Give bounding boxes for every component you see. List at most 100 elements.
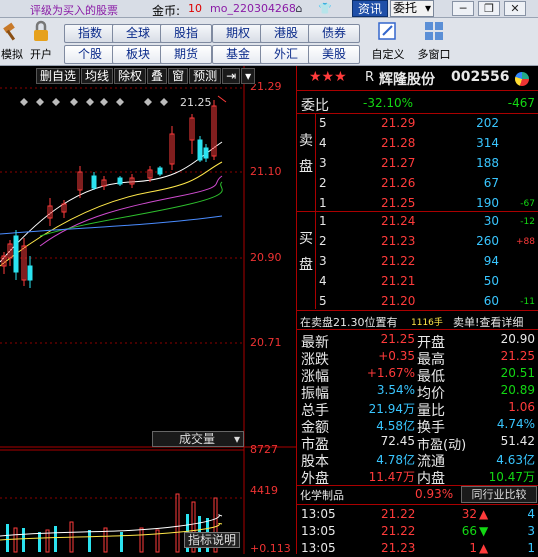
chevron-down-icon[interactable]: ▾: [241, 68, 256, 84]
custom-icon: [376, 20, 400, 44]
notice-link[interactable]: 卖单!查看详细: [453, 314, 523, 330]
forecast-button[interactable]: 预测: [189, 68, 222, 84]
stat-row-6: 金额 4.58亿 换手 4.74%: [301, 417, 535, 436]
overlay-button[interactable]: 叠: [147, 68, 168, 84]
sell-row-2: 2 21.26 67: [319, 176, 499, 190]
quick-button-stock-index[interactable]: 股指: [160, 24, 212, 43]
quick-button-sectors[interactable]: 板块: [112, 45, 164, 64]
webi-label: 委比: [301, 98, 329, 114]
stock-tag: R: [365, 70, 375, 85]
kline-chart[interactable]: [0, 66, 296, 554]
volume-tick-2: 4419: [250, 484, 278, 497]
price-tick-2: 21.10: [250, 165, 282, 178]
up-arrow-icon: ▲: [479, 541, 489, 555]
open-account-tool[interactable]: 开户: [27, 20, 55, 64]
volume-tick-1: 8727: [250, 443, 278, 456]
order-select[interactable]: 委托 ▾: [390, 0, 434, 17]
coin-value: 10: [188, 2, 202, 15]
volume-tick-3: +0.113: [250, 542, 291, 555]
buy-row-1: 1 21.24 30 -12: [319, 214, 535, 228]
quick-button-us-stocks[interactable]: 美股: [308, 45, 360, 64]
webi-row: 委比 -32.10% -467: [297, 94, 538, 114]
stat-row-9: 外盘 11.47万 内盘 10.47万: [301, 470, 535, 487]
buy-row-4: 4 21.21 50: [319, 274, 499, 288]
top-bar: 评级为买入的股票 金币: 10 mo_220304268 ⌂ 👕 资讯 委托 ▾ …: [0, 0, 538, 18]
stat-row-2: 涨跌 +0.35 最高 21.25: [301, 349, 535, 368]
lock-icon: [29, 20, 53, 44]
tick-row-1: 13:05 21.22 32 ▲ 4: [301, 507, 535, 521]
stat-row-7: 市盈 72.45 市盈(动) 51.42: [301, 434, 535, 453]
username[interactable]: mo_220304268: [210, 2, 296, 15]
quick-button-bonds[interactable]: 债券: [308, 24, 360, 43]
buy-row-2: 2 21.23 260 +88: [319, 234, 535, 248]
industry-compare-button[interactable]: 同行业比较: [461, 486, 537, 503]
stat-row-5: 总手 21.94万 量比 1.06: [301, 400, 535, 419]
custom-tool[interactable]: 自定义: [368, 20, 408, 64]
close-button[interactable]: ✕: [504, 1, 526, 16]
ma-button[interactable]: 均线: [81, 68, 114, 84]
open-account-label: 开户: [30, 48, 52, 61]
stat-row-4: 振幅 3.54% 均价 20.89: [301, 383, 535, 402]
quick-button-futures[interactable]: 期货: [160, 45, 212, 64]
chevron-down-icon: ▾: [424, 1, 431, 15]
quote-panel: ★★★ R 辉隆股份 002556 委比 -32.10% -467 卖盘 5 21…: [296, 66, 538, 555]
volume-selector[interactable]: 成交量 ▾: [152, 431, 244, 447]
sell-row-4: 4 21.28 314: [319, 136, 499, 150]
shirt-icon[interactable]: 👕: [316, 1, 334, 16]
top-note[interactable]: 评级为买入的股票: [30, 2, 118, 18]
quick-button-options[interactable]: 期权: [212, 24, 264, 43]
industry-pct: 0.93%: [415, 487, 454, 501]
webi-diff: -467: [507, 96, 535, 110]
window-button[interactable]: 窗: [168, 68, 189, 84]
simulate-tool[interactable]: 模拟: [0, 20, 26, 64]
coin-label: 金币:: [152, 4, 181, 18]
buy-row-5: 5 21.20 60 -11: [319, 294, 535, 308]
main-toolbar: 模拟 开户 指数 全球 股指 期权 港股 债券 个股 板块 期货 基金 外汇 美…: [0, 18, 538, 66]
kline-chart-pane[interactable]: 21.29 21.10 20.90 20.71 21.25 8727 4419 …: [0, 66, 296, 555]
restore-button[interactable]: ❐: [478, 1, 500, 16]
order-select-value: 委托: [393, 1, 418, 15]
quick-button-index[interactable]: 指数: [64, 24, 116, 43]
quick-button-funds[interactable]: 基金: [212, 45, 264, 64]
simulate-label: 模拟: [1, 48, 23, 61]
sell-row-3: 3 21.27 188: [319, 156, 499, 170]
multiwindow-label: 多窗口: [417, 48, 451, 61]
stat-row-3: 涨幅 +1.67% 最低 20.51: [301, 366, 535, 385]
quick-button-stocks[interactable]: 个股: [64, 45, 116, 64]
stock-code: 002556: [451, 69, 510, 85]
quick-button-hk[interactable]: 港股: [260, 24, 312, 43]
multiwindow-tool[interactable]: 多窗口: [414, 20, 454, 64]
industry-row: 化学制品 0.93% 同行业比较: [297, 486, 538, 504]
up-arrow-icon: ▲: [479, 507, 489, 521]
volume-label: 成交量: [179, 432, 216, 446]
chart-toolbar: 删自选 均线 除权叠窗预测 ⇥ ▾: [36, 68, 257, 84]
quick-button-forex[interactable]: 外汇: [260, 45, 312, 64]
price-tick-3: 20.90: [250, 251, 282, 264]
pin-icon[interactable]: ⇥: [222, 68, 241, 84]
news-button[interactable]: 资讯: [352, 0, 388, 17]
rating-stars: ★★★: [309, 69, 347, 85]
down-arrow-icon: ▼: [479, 524, 489, 538]
minimize-button[interactable]: ─: [452, 1, 474, 16]
stat-row-8: 股本 4.78亿 流通 4.63亿: [301, 453, 535, 470]
notice-text: 在卖盘21.30位置有: [300, 316, 398, 329]
gavel-icon: [0, 20, 24, 44]
stock-name: 辉隆股份: [379, 72, 435, 88]
price-tick-4: 20.71: [250, 336, 282, 349]
pie-icon[interactable]: [515, 72, 529, 86]
sell-row-1: 1 21.25 190 -67: [319, 196, 535, 210]
indicator-help-button[interactable]: 指标说明: [184, 532, 240, 548]
industry-name[interactable]: 化学制品: [300, 487, 344, 503]
remove-watchlist-button[interactable]: 删自选: [36, 68, 81, 84]
high-marker: 21.25: [180, 96, 212, 109]
custom-label: 自定义: [371, 48, 405, 61]
quick-button-global[interactable]: 全球: [112, 24, 164, 43]
multiwindow-icon: [422, 20, 446, 44]
stat-row-1: 最新 21.25 开盘 20.90: [301, 332, 535, 351]
tick-row-2: 13:05 21.22 66 ▼ 3: [301, 524, 535, 538]
notice-count: 1116手: [411, 318, 443, 328]
home-icon[interactable]: ⌂: [290, 1, 308, 16]
exright-button[interactable]: 除权: [114, 68, 147, 84]
webi-value: -32.10%: [363, 96, 414, 110]
stock-header: ★★★ R 辉隆股份 002556: [297, 68, 538, 90]
